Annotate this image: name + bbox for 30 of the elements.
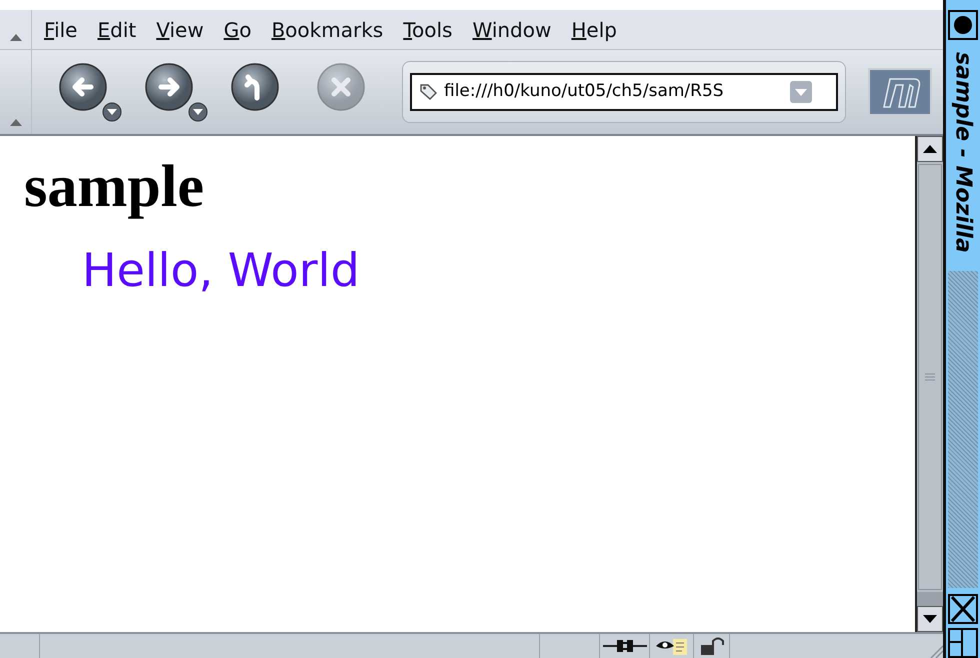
tag-icon [418,82,438,102]
plug-icon[interactable] [602,638,646,654]
eye-icon[interactable] [654,637,688,655]
menu-item[interactable]: View [156,14,204,44]
right-arrow-icon [144,62,210,122]
down-arrow-icon [923,615,937,623]
close-icon[interactable] [948,594,978,624]
resize-grip-icon[interactable] [929,644,943,658]
page-text: Hello, World [82,243,360,297]
menu-item[interactable]: Help [571,14,617,44]
address-bar[interactable]: file:///h0/kuno/ut05/ch5/sam/R5S [410,73,838,111]
collapse-icon[interactable] [10,34,22,41]
menu-item[interactable]: Window [472,14,552,44]
maximize-icon[interactable] [948,628,978,658]
menu-item[interactable]: Bookmarks [271,14,384,44]
scrollbar-thumb[interactable] [918,164,942,590]
unlocked-icon[interactable] [698,637,724,655]
up-arrow-icon [923,145,937,153]
scroll-down-button[interactable] [917,606,943,632]
menu-item[interactable]: Edit [97,14,136,44]
scroll-track[interactable] [917,592,943,606]
scroll-up-button[interactable] [917,136,943,162]
left-arrow-icon [58,62,124,122]
menu-item[interactable]: File [44,14,78,44]
logo-icon[interactable] [868,68,932,116]
menu-item[interactable]: Tools [403,14,452,44]
collapse-icon[interactable] [10,119,22,126]
menu-item[interactable]: Go [224,14,252,44]
page-heading: sample [24,152,205,221]
window-title: sample - Mozilla [950,52,976,253]
